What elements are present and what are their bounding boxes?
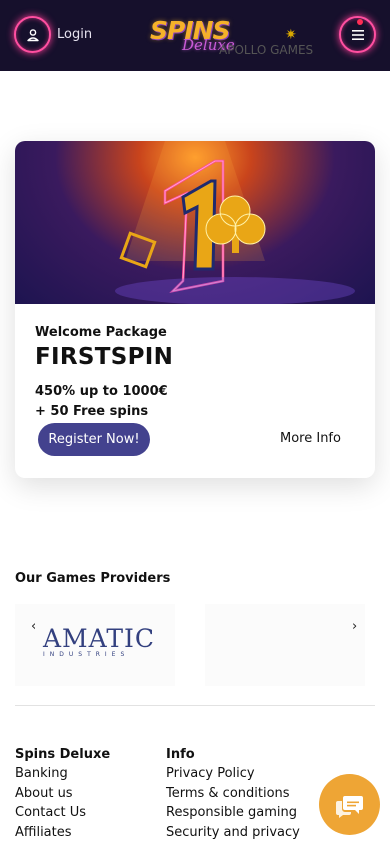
footer-link-responsible-gaming[interactable]: Responsible gaming	[166, 803, 300, 823]
footer-heading-spins-deluxe: Spins Deluxe	[15, 747, 111, 762]
welcome-package-card: Welcome Package FIRSTSPIN 450% up to 100…	[15, 141, 375, 478]
top-nav-bar: Login SPINS Deluxe	[0, 0, 390, 71]
promo-code: FIRSTSPIN	[35, 344, 174, 370]
offer-bonus-line: 450% up to 1000€	[35, 384, 168, 399]
hamburger-icon	[351, 29, 364, 40]
apollo-games-logo: APOLLO GAMES	[219, 43, 314, 57]
offer-spins-line: + 50 Free spins	[35, 404, 149, 419]
footer-link-contact-us[interactable]: Contact Us	[15, 803, 110, 823]
carousel-prev-arrow[interactable]: ‹	[31, 619, 36, 634]
footer-column-spins-deluxe: Spins Deluxe Banking About us Contact Us…	[15, 746, 110, 842]
providers-section-title: Our Games Providers	[15, 571, 171, 586]
register-now-button[interactable]: Register Now!	[38, 423, 150, 456]
banner-illustration	[115, 141, 355, 304]
more-info-link[interactable]: More Info	[280, 431, 341, 446]
promo-details: Welcome Package FIRSTSPIN 450% up to 100…	[35, 325, 355, 421]
login-icon-ring	[14, 16, 51, 53]
promo-banner-image	[15, 141, 375, 304]
provider-tile-apollo[interactable]	[205, 604, 365, 686]
chat-bubble-icon	[335, 795, 363, 818]
login-label: Login	[57, 27, 93, 42]
welcome-package-label: Welcome Package	[35, 325, 167, 340]
footer-divider	[15, 705, 375, 706]
footer-link-affiliates[interactable]: Affiliates	[15, 823, 110, 843]
live-chat-button[interactable]	[319, 774, 380, 835]
login-button[interactable]: Login	[14, 16, 92, 53]
footer-link-security-privacy[interactable]: Security and privacy	[166, 823, 300, 843]
user-icon	[26, 28, 39, 41]
footer-link-about-us[interactable]: About us	[15, 784, 110, 804]
footer-column-info: Info Privacy Policy Terms & conditions R…	[166, 746, 300, 842]
amatic-logo: AMATIC INDUSTRIES	[43, 624, 155, 658]
footer-heading-info: Info	[166, 747, 195, 762]
apollo-star-icon: ✷	[285, 27, 297, 43]
footer-link-privacy-policy[interactable]: Privacy Policy	[166, 764, 300, 784]
notification-dot	[357, 19, 363, 25]
carousel-next-arrow[interactable]: ›	[352, 619, 357, 634]
amatic-logo-name: AMATIC	[43, 624, 156, 653]
footer-link-terms[interactable]: Terms & conditions	[166, 784, 300, 804]
provider-tile-amatic[interactable]: AMATIC INDUSTRIES	[15, 604, 175, 686]
providers-carousel: AMATIC INDUSTRIES ‹ ›	[15, 604, 375, 686]
footer-link-banking[interactable]: Banking	[15, 764, 110, 784]
